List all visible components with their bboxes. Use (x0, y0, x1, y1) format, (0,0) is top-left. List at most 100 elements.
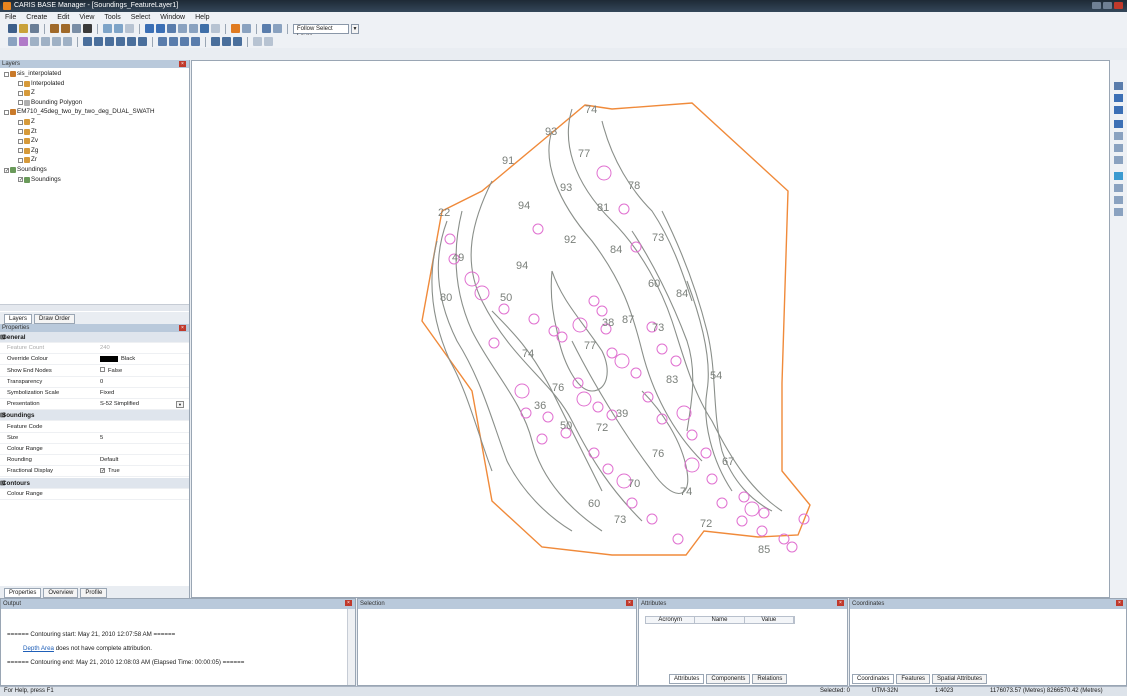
polygon-icon[interactable] (52, 37, 61, 46)
checkbox[interactable] (4, 109, 9, 115)
tab-attributes[interactable]: Attributes (669, 674, 705, 684)
vertex-icon[interactable] (30, 37, 39, 46)
menu-edit[interactable]: Edit (56, 14, 70, 21)
checkbox[interactable] (100, 366, 105, 372)
checkbox[interactable] (18, 138, 23, 144)
edit-line-icon[interactable] (1114, 106, 1123, 114)
line-icon[interactable] (41, 37, 50, 46)
menu-select[interactable]: Select (130, 14, 151, 21)
tab-spatial-attributes[interactable]: Spatial Attributes (932, 674, 988, 684)
tab-overview[interactable]: Overview (43, 588, 79, 598)
contour-icon[interactable] (169, 37, 178, 46)
checkbox[interactable] (18, 100, 23, 106)
select-icon[interactable] (1114, 82, 1123, 90)
vertex-edit-icon[interactable] (1114, 208, 1123, 216)
menu-help[interactable]: Help (194, 14, 210, 21)
compare-icon[interactable] (222, 37, 231, 46)
menu-view[interactable]: View (78, 14, 95, 21)
split-line-icon[interactable] (1114, 184, 1123, 192)
settings-icon[interactable] (253, 37, 262, 46)
query-icon[interactable] (211, 37, 220, 46)
measure-icon[interactable] (262, 24, 271, 33)
print-icon[interactable] (72, 24, 81, 33)
sounding-icon[interactable] (180, 37, 189, 46)
checkbox[interactable] (18, 119, 23, 125)
property-value[interactable]: Default (100, 455, 188, 466)
info-icon[interactable] (273, 24, 282, 33)
layer-item[interactable]: sis_interpolated (4, 70, 61, 78)
chevron-down-icon[interactable]: ▼ (351, 23, 359, 34)
layer-item[interactable]: ✓ Soundings (4, 166, 47, 174)
close-icon[interactable]: × (179, 325, 186, 331)
property-value[interactable]: S-52 Simplified ▼ (100, 399, 188, 410)
chart-icon[interactable] (105, 37, 114, 46)
tab-profile[interactable]: Profile (80, 588, 108, 598)
merge-icon[interactable] (233, 37, 242, 46)
tab-relations[interactable]: Relations (752, 674, 788, 684)
property-value[interactable]: Black (100, 354, 188, 365)
select-arrow-icon[interactable] (231, 24, 240, 33)
property-value[interactable]: 240 (100, 343, 188, 354)
property-value[interactable]: False (100, 366, 188, 377)
zoom-out-icon[interactable] (189, 24, 198, 33)
menu-tools[interactable]: Tools (103, 14, 121, 21)
split-icon[interactable] (63, 37, 72, 46)
checkbox-checked[interactable]: ✓ (4, 167, 9, 173)
scale-icon[interactable] (1114, 144, 1123, 152)
layer-item[interactable]: Zt (18, 128, 37, 136)
checkbox-checked[interactable]: ✓ (18, 177, 23, 183)
minimize-button[interactable] (1092, 2, 1101, 9)
maximize-button[interactable] (1103, 2, 1112, 9)
paste-icon[interactable] (138, 37, 147, 46)
map-canvas[interactable]: 74 93 77 91 78 93 94 81 73 22 92 84 94 60 49 84 50 80 38 87… (192, 61, 1111, 599)
zoom-in-icon[interactable] (178, 24, 187, 33)
refresh-icon[interactable] (125, 24, 134, 33)
merge-line-icon[interactable] (1114, 196, 1123, 204)
property-group[interactable]: ⊟ Soundings (0, 410, 189, 422)
report-icon[interactable] (116, 37, 125, 46)
options-icon[interactable] (264, 37, 273, 46)
map-view[interactable]: 74 93 77 91 78 93 94 81 73 22 92 84 94 60 49 84 50 80 38 87… (191, 60, 1110, 598)
property-value[interactable]: 0 (100, 377, 188, 388)
globe-icon[interactable] (145, 24, 154, 33)
checkbox[interactable] (18, 90, 23, 96)
tab-properties[interactable]: Properties (4, 588, 42, 598)
tab-layers[interactable]: Layers (4, 314, 33, 324)
output-scrollbar[interactable] (347, 609, 355, 685)
open-icon[interactable] (19, 24, 28, 33)
property-value[interactable]: ✓ True (100, 466, 188, 477)
export-icon[interactable] (61, 24, 70, 33)
layer-item[interactable]: Zr (18, 156, 37, 164)
undo-icon[interactable] (103, 24, 112, 33)
layer-item[interactable]: Zv (18, 137, 38, 145)
layer-icon[interactable] (83, 24, 92, 33)
checkbox[interactable] (4, 71, 9, 77)
tab-draw-order[interactable]: Draw Order (34, 314, 76, 324)
redo-icon[interactable] (114, 24, 123, 33)
close-icon[interactable]: × (1116, 600, 1123, 606)
delete-icon[interactable] (1114, 156, 1123, 164)
menu-window[interactable]: Window (159, 14, 186, 21)
color-swatch[interactable] (100, 355, 118, 362)
column-name[interactable]: Name (695, 617, 745, 623)
back-icon[interactable] (200, 24, 209, 33)
layer-item[interactable]: Bounding Polygon (18, 99, 82, 107)
column-value[interactable]: Value (745, 617, 794, 623)
rotate-icon[interactable] (1114, 132, 1123, 140)
layer-item[interactable]: Z (18, 118, 35, 126)
checkbox[interactable] (18, 157, 23, 163)
checkbox[interactable] (18, 129, 23, 135)
edit-icon[interactable] (8, 37, 17, 46)
property-group[interactable]: ⊟ General (0, 332, 189, 343)
horizontal-scrollbar[interactable] (0, 304, 189, 311)
layer-item[interactable]: Z (18, 89, 35, 97)
tab-features[interactable]: Features (896, 674, 931, 684)
property-value[interactable]: 5 (100, 433, 188, 444)
forward-icon[interactable] (211, 24, 220, 33)
layer-item[interactable]: Zg (18, 147, 38, 155)
depth-area-link[interactable]: Depth Area (23, 645, 54, 652)
menu-create[interactable]: Create (25, 14, 48, 21)
surface-icon[interactable] (158, 37, 167, 46)
layer-item[interactable]: Interpolated (18, 80, 64, 88)
zoom-box-icon[interactable] (167, 24, 176, 33)
